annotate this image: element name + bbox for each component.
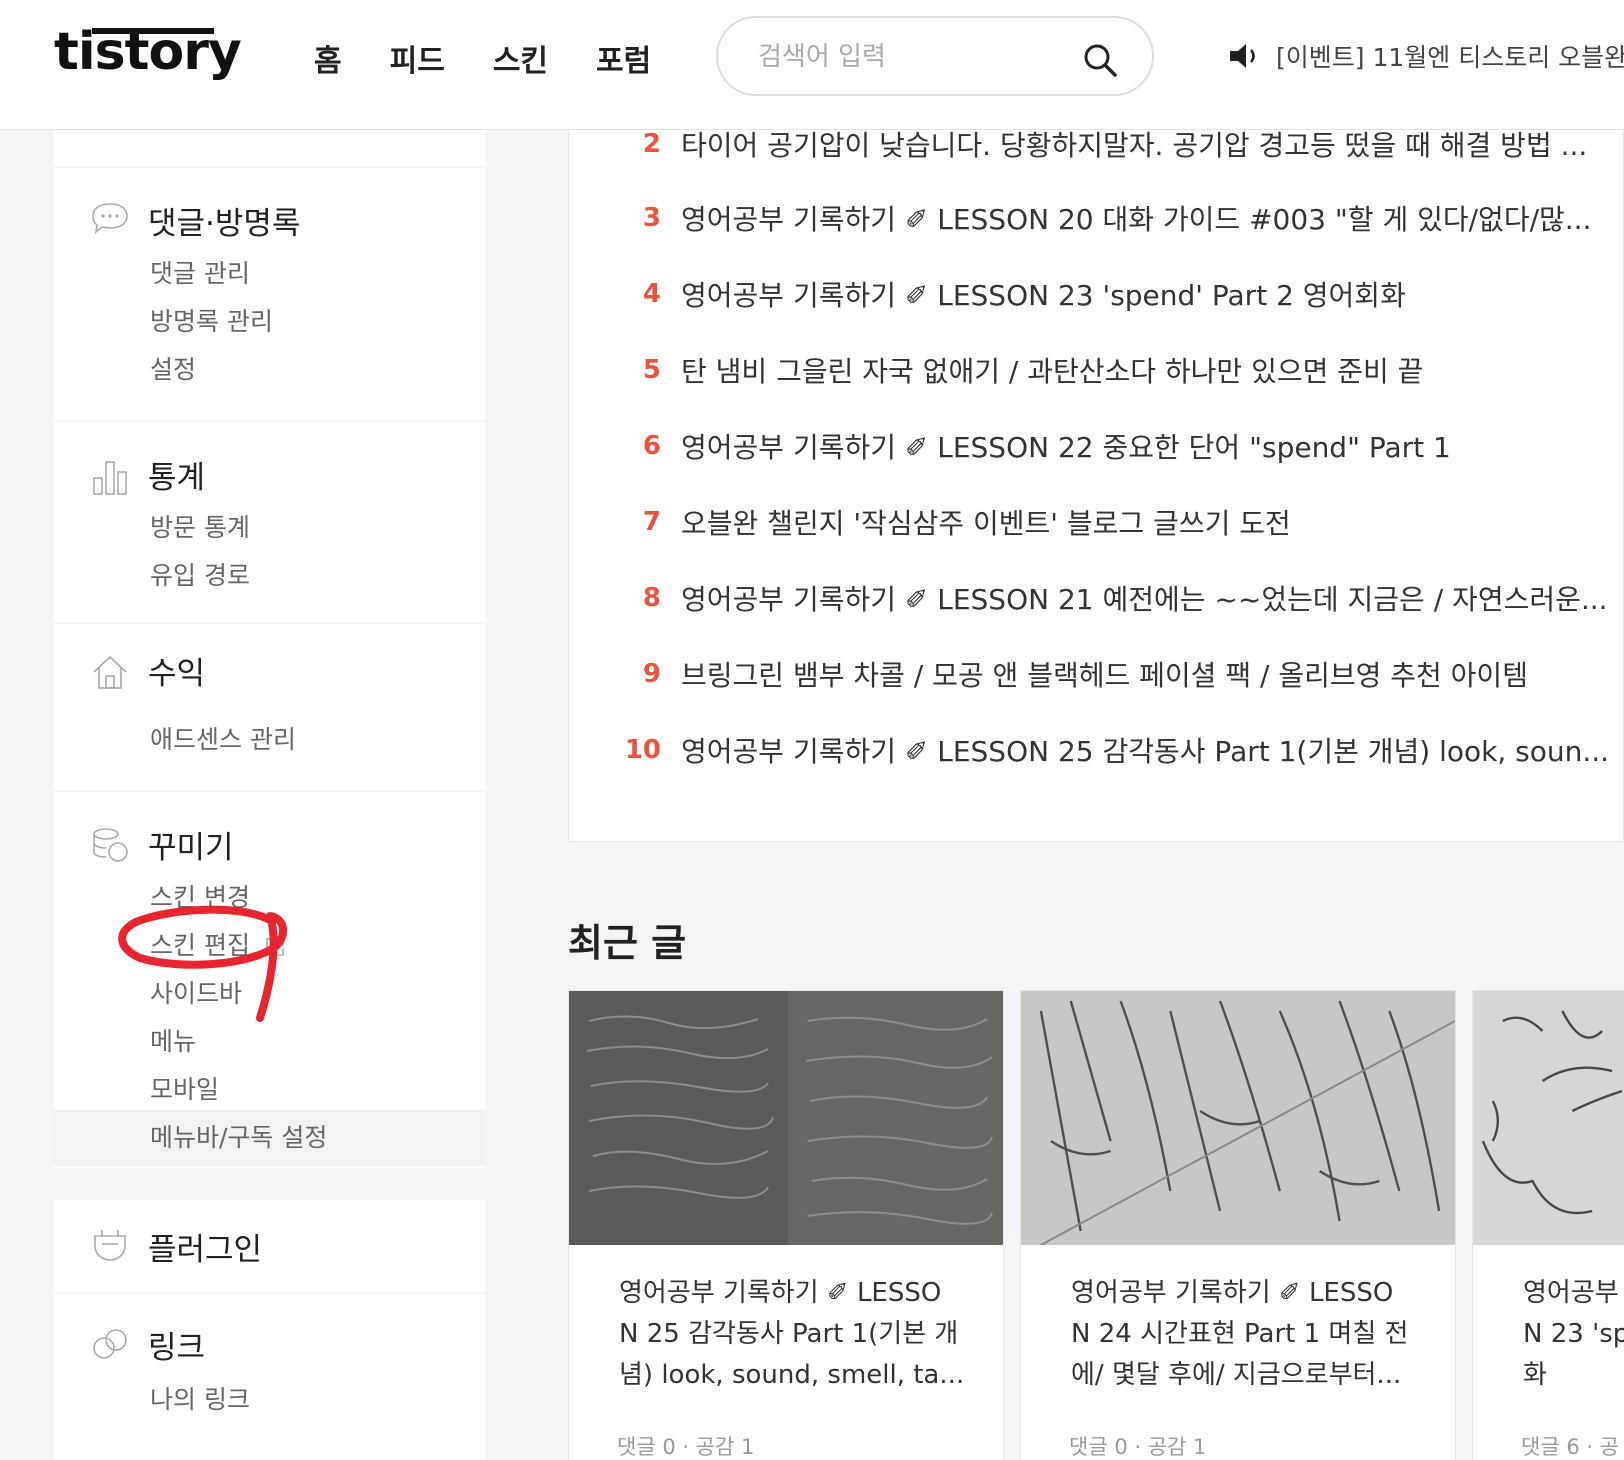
nav-forum[interactable]: 포럼 <box>596 36 651 80</box>
sidebar-link-referrer[interactable]: 유입 경로 <box>150 556 250 592</box>
rank-number: 7 <box>642 507 661 537</box>
recent-posts-heading: 최근 글 <box>568 921 687 965</box>
sidebar-title-comments[interactable]: 댓글·방명록 <box>148 198 300 243</box>
house-icon <box>93 655 127 689</box>
list-item[interactable]: 6 영어공부 기록하기 ✐ LESSON 22 중요한 단어 "spend" P… <box>569 426 1451 466</box>
recent-post-title[interactable]: 영어공부 기록하기 ✐ LESSO N 24 시간표현 Part 1 며칠 전 … <box>1071 1273 1417 1396</box>
post-meta: 댓글 0 · 공감 1 <box>1069 1435 1207 1459</box>
post-title-link[interactable]: 영어공부 기록하기 ✐ LESSON 21 예전에는 ~~었는데 지금은 / 자… <box>681 578 1608 618</box>
sidebar-section-plugin: 플러그인 <box>54 1200 486 1292</box>
tistory-logo[interactable]: tistory <box>54 22 242 82</box>
admin-sidebar: 댓글·방명록 댓글 관리 방명록 관리 설정 통계 방문 통계 유입 경로 수익… <box>54 130 486 1460</box>
search-box <box>716 16 1154 96</box>
search-icon[interactable] <box>1082 42 1118 78</box>
main-nav: 홈 피드 스킨 포럼 <box>314 36 651 80</box>
post-title-line: 에/ 몇달 후에/ 지금으로부터... <box>1071 1360 1402 1390</box>
post-meta: 댓글 0 · 공감 1 <box>617 1435 755 1459</box>
sidebar-section-partial <box>54 130 486 166</box>
post-meta: 댓글 6 · 공 <box>1521 1435 1620 1459</box>
sidebar-section-revenue: 수익 애드센스 관리 <box>54 624 486 790</box>
sidebar-link-my-links[interactable]: 나의 링크 <box>150 1380 250 1416</box>
rank-number: 8 <box>642 583 661 613</box>
recent-post-card[interactable]: 영어공부 기록하기 ✐ LESSO N 24 시간표현 Part 1 며칠 전 … <box>1020 990 1456 1460</box>
post-thumbnail-image[interactable] <box>1473 991 1624 1245</box>
top-header: tistory 홈 피드 스킨 포럼 [이벤트] 11월엔 티스토리 오블완 챌 <box>0 0 1624 130</box>
list-item[interactable]: 7 오블완 챌린지 '작심삼주 이벤트' 블로그 글쓰기 도전 <box>569 502 1291 542</box>
recent-post-card[interactable]: 영어공부 N 23 'sp 화 댓글 6 · 공 <box>1472 990 1624 1460</box>
sidebar-link-comment-manage[interactable]: 댓글 관리 <box>150 254 250 290</box>
recent-post-title[interactable]: 영어공부 N 23 'sp 화 <box>1523 1273 1624 1396</box>
post-title-line: N 24 시간표현 Part 1 며칠 전 <box>1071 1319 1409 1349</box>
list-item[interactable]: 3 영어공부 기록하기 ✐ LESSON 20 대화 가이드 #003 "할 게… <box>569 198 1592 238</box>
link-icon <box>93 1329 127 1359</box>
rank-number: 6 <box>642 431 661 461</box>
list-item[interactable]: 5 탄 냄비 그을린 자국 없애기 / 과탄산소다 하나만 있으면 준비 끝 <box>569 350 1424 390</box>
sidebar-title-stats[interactable]: 통계 <box>148 452 205 497</box>
post-title-line: 념) look, sound, smell, ta... <box>619 1360 965 1390</box>
recent-post-title[interactable]: 영어공부 기록하기 ✐ LESSO N 25 감각동사 Part 1(기본 개 … <box>619 1273 965 1396</box>
palette-icon <box>93 828 128 862</box>
rank-number: 5 <box>642 355 661 385</box>
rank-number: 3 <box>642 203 661 233</box>
sidebar-link-guestbook-manage[interactable]: 방명록 관리 <box>150 302 273 338</box>
sidebar-link-comment-settings[interactable]: 설정 <box>150 350 196 386</box>
sidebar-link-visit-stats[interactable]: 방문 통계 <box>150 508 250 544</box>
rank-number: 4 <box>642 279 661 309</box>
post-thumbnail-image[interactable] <box>1021 991 1455 1245</box>
post-title-link[interactable]: 브링그린 뱀부 차콜 / 모공 앤 블랙헤드 페이셜 팩 / 올리브영 추천 아… <box>681 654 1528 694</box>
plugin-icon <box>94 1230 126 1261</box>
recent-post-card[interactable]: 영어공부 기록하기 ✐ LESSO N 25 감각동사 Part 1(기본 개 … <box>568 990 1004 1460</box>
sidebar-title-revenue[interactable]: 수익 <box>148 648 205 693</box>
post-title-link[interactable]: 타이어 공기압이 낮습니다. 당황하지말자. 공기압 경고등 떴을 때 해결 방… <box>681 124 1587 164</box>
post-title-link[interactable]: 탄 냄비 그을린 자국 없애기 / 과탄산소다 하나만 있으면 준비 끝 <box>681 350 1423 390</box>
search-input[interactable] <box>758 40 1078 74</box>
post-title-link[interactable]: 오블완 챌린지 '작심삼주 이벤트' 블로그 글쓰기 도전 <box>681 502 1291 542</box>
notice-banner[interactable]: [이벤트] 11월엔 티스토리 오블완 챌 <box>1228 38 1624 74</box>
sidebar-title-plugin[interactable]: 플러그인 <box>148 1224 262 1269</box>
post-title-line: 영어공부 <box>1523 1278 1619 1308</box>
speaker-icon <box>1230 44 1255 68</box>
sidebar-section-comments: 댓글·방명록 댓글 관리 방명록 관리 설정 <box>54 168 486 420</box>
sidebar-title-decorate[interactable]: 꾸미기 <box>148 822 234 867</box>
popular-posts-card: 2 타이어 공기압이 낮습니다. 당황하지말자. 공기압 경고등 떴을 때 해결… <box>568 129 1624 842</box>
post-title-link[interactable]: 영어공부 기록하기 ✐ LESSON 22 중요한 단어 "spend" Par… <box>681 426 1451 466</box>
post-title-line: N 25 감각동사 Part 1(기본 개 <box>619 1319 959 1349</box>
sidebar-section-link: 링크 나의 링크 <box>54 1294 486 1460</box>
list-item[interactable]: 8 영어공부 기록하기 ✐ LESSON 21 예전에는 ~~었는데 지금은 /… <box>569 578 1608 618</box>
red-annotation-mark <box>118 905 288 1022</box>
rank-number: 9 <box>642 659 661 689</box>
post-title-link[interactable]: 영어공부 기록하기 ✐ LESSON 25 감각동사 Part 1(기본 개념)… <box>681 730 1609 770</box>
post-thumbnail-image[interactable] <box>569 991 1003 1245</box>
sidebar-section-stats: 통계 방문 통계 유입 경로 <box>54 422 486 622</box>
post-title-line: N 23 'sp <box>1523 1319 1624 1349</box>
sidebar-link-adsense[interactable]: 애드센스 관리 <box>150 720 296 756</box>
rank-number: 10 <box>624 735 661 765</box>
post-title-line: 영어공부 기록하기 ✐ LESSO <box>1071 1278 1394 1308</box>
sidebar-title-link[interactable]: 링크 <box>148 1322 205 1367</box>
post-title-link[interactable]: 영어공부 기록하기 ✐ LESSON 20 대화 가이드 #003 "할 게 있… <box>681 198 1591 238</box>
sidebar-link-menubar-subscribe[interactable]: 메뉴바/구독 설정 <box>150 1118 327 1154</box>
comment-bubble-icon <box>92 203 128 234</box>
nav-home[interactable]: 홈 <box>314 36 342 80</box>
list-item[interactable]: 4 영어공부 기록하기 ✐ LESSON 23 'spend' Part 2 영… <box>569 274 1406 314</box>
bar-chart-icon <box>93 461 127 495</box>
list-item[interactable]: 2 타이어 공기압이 낮습니다. 당황하지말자. 공기압 경고등 떴을 때 해결… <box>569 124 1587 164</box>
rank-number: 2 <box>642 129 661 159</box>
post-title-line: 화 <box>1523 1360 1547 1390</box>
nav-feed[interactable]: 피드 <box>390 36 445 80</box>
sidebar-link-mobile[interactable]: 모바일 <box>150 1070 219 1106</box>
list-item[interactable]: 9 브링그린 뱀부 차콜 / 모공 앤 블랙헤드 페이셜 팩 / 올리브영 추천… <box>569 654 1528 694</box>
post-title-line: 영어공부 기록하기 ✐ LESSO <box>619 1278 942 1308</box>
list-item[interactable]: 10 영어공부 기록하기 ✐ LESSON 25 감각동사 Part 1(기본 … <box>569 730 1609 770</box>
notice-text[interactable]: [이벤트] 11월엔 티스토리 오블완 챌 <box>1276 38 1624 74</box>
nav-skin[interactable]: 스킨 <box>493 36 548 80</box>
post-title-link[interactable]: 영어공부 기록하기 ✐ LESSON 23 'spend' Part 2 영어회… <box>681 274 1406 314</box>
